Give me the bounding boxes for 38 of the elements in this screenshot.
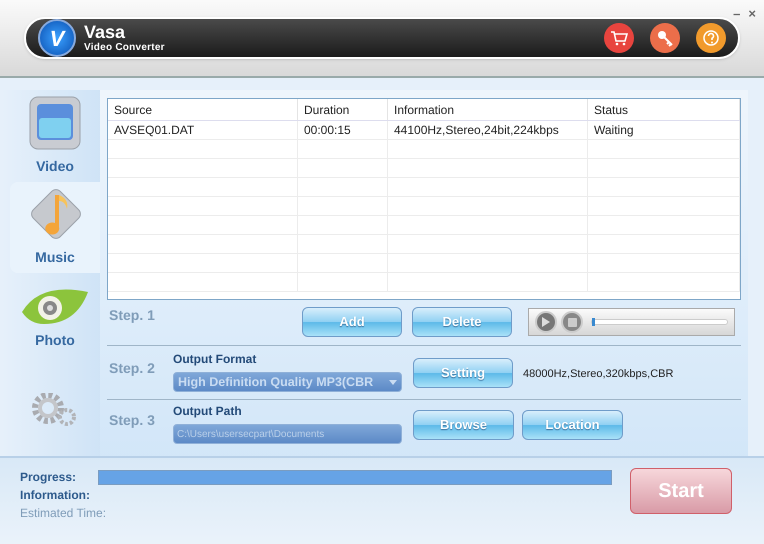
progress-label: Progress: [20,469,76,486]
sidebar-tab[interactable]: Music [10,182,100,273]
column-header[interactable]: Source [108,99,298,120]
monitor-icon [27,94,83,152]
sidebar-tab[interactable]: Video [10,90,100,182]
column-header[interactable]: Status [588,99,740,120]
key-button[interactable] [650,23,680,53]
help-button[interactable] [696,23,726,53]
sidebar-tab[interactable]: Photo [10,273,100,364]
table-cell: 00:00:15 [298,121,388,139]
step-label: Step. 1 [108,306,156,325]
stop-icon [568,318,576,326]
gears-icon [32,393,78,428]
information-label: Information: [20,487,90,504]
app-title: Vasa [84,23,126,41]
logo-icon: V [38,19,76,57]
app-subtitle: Video Converter [84,43,165,53]
field-label: Output Path [173,403,243,420]
step-label: Step. 3 [108,411,156,430]
column-header[interactable]: Duration [298,99,388,120]
play-icon [542,317,550,327]
format-info: 48000Hz,Stereo,320kbps,CBR [523,367,674,382]
step-label: Step. 2 [108,359,156,378]
stop-button[interactable] [561,311,583,333]
key-icon [656,29,674,47]
column-header[interactable]: Information [388,99,588,120]
table-cell: AVSEQ01.DAT [108,121,298,139]
estimated-time-label: Estimated Time: [20,505,106,522]
field-label: Output Format [173,351,258,368]
play-button[interactable] [535,311,557,333]
cart-button[interactable] [604,23,634,53]
caret-icon [389,380,397,384]
help-icon [703,30,719,46]
table-cell: Waiting [588,121,740,139]
close-button[interactable]: × [748,4,756,24]
minimize-button[interactable]: – [733,4,740,24]
cart-icon [610,30,628,46]
table-cell: 44100Hz,Stereo,24bit,224kbps [388,121,588,139]
